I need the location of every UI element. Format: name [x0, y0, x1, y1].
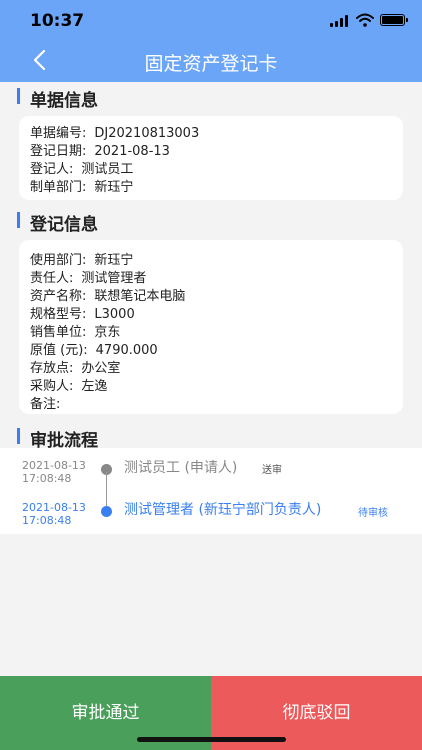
reg-info-row: 规格型号: L3000 — [30, 303, 135, 322]
reg-info-card: 使用部门: 新珏宁 责任人: 测试管理者 资产名称: 联想笔记本电脑 规格型号: L30… — [19, 240, 403, 414]
row-value: 新珏宁 — [94, 180, 134, 195]
reg-info-row: 销售单位: 京东 — [30, 321, 120, 340]
header-bar: 10:37 固定资产登记卡 — [0, 0, 422, 82]
status-bar: 10:37 — [0, 0, 422, 40]
reg-info-row: 采购人: 左逸 — [30, 375, 107, 394]
row-label: 资产名称: — [30, 289, 87, 304]
row-label: 采购人: — [30, 379, 74, 394]
row-value: 京东 — [94, 325, 121, 340]
row-value: 新珏宁 — [94, 253, 134, 268]
approval-step-status: 送审 — [262, 465, 282, 476]
row-label: 责任人: — [30, 271, 74, 286]
reg-info-title: 登记信息 — [30, 215, 98, 235]
row-label: 销售单位: — [30, 325, 87, 340]
reg-info-row: 存放点: 办公室 — [30, 357, 120, 376]
doc-info-row: 单据编号: DJ20210813003 — [30, 122, 199, 141]
row-label: 制单部门: — [30, 180, 87, 195]
step-pending-dot — [101, 506, 112, 517]
wifi-icon — [356, 13, 374, 27]
approval-step-date: 2021-08-13 17:08:48 — [22, 459, 86, 485]
row-label: 使用部门: — [30, 253, 87, 268]
section-accent-bar — [17, 428, 20, 444]
approval-step-status: 待审核 — [358, 508, 388, 519]
row-label: 登记日期: — [30, 144, 87, 159]
timeline-connector — [106, 472, 107, 506]
approval-step-name: 测试管理者 (新珏宁部门负责人) — [124, 502, 322, 518]
row-value: 左逸 — [81, 379, 108, 394]
home-indicator[interactable] — [137, 737, 286, 742]
doc-info-row: 制单部门: 新珏宁 — [30, 176, 133, 195]
doc-info-card: 单据编号: DJ20210813003 登记日期: 2021-08-13 登记人: 测… — [19, 116, 403, 200]
row-label: 存放点: — [30, 361, 74, 376]
row-value: 测试管理者 — [81, 271, 147, 286]
step-time: 17:08:48 — [22, 472, 72, 485]
approval-step-date: 2021-08-13 17:08:48 — [22, 501, 86, 527]
row-value: 2021-08-13 — [94, 144, 170, 159]
row-value: 办公室 — [81, 361, 121, 376]
row-value: DJ20210813003 — [94, 126, 200, 141]
doc-info-row: 登记日期: 2021-08-13 — [30, 140, 170, 159]
reg-info-row: 使用部门: 新珏宁 — [30, 249, 133, 268]
reg-info-row: 资产名称: 联想笔记本电脑 — [30, 285, 185, 304]
row-label: 规格型号: — [30, 307, 87, 322]
row-value: 联想笔记本电脑 — [94, 289, 186, 304]
battery-icon — [380, 14, 408, 26]
row-value: 4790.000 — [95, 343, 158, 358]
step-date: 2021-08-13 — [22, 501, 86, 514]
section-accent-bar — [17, 88, 20, 104]
row-value: 测试员工 — [81, 162, 134, 177]
row-label: 原值 (元): — [30, 343, 88, 358]
row-label: 备注: — [30, 397, 61, 412]
doc-info-title: 单据信息 — [30, 91, 98, 111]
step-date: 2021-08-13 — [22, 459, 86, 472]
row-label: 单据编号: — [30, 126, 87, 141]
reg-info-row: 备注: — [30, 393, 68, 412]
step-time: 17:08:48 — [22, 514, 72, 527]
cellular-signal-icon — [330, 15, 350, 27]
row-label: 登记人: — [30, 162, 74, 177]
section-accent-bar — [17, 212, 20, 228]
reg-info-row: 原值 (元): 4790.000 — [30, 339, 158, 358]
status-time: 10:37 — [30, 11, 85, 31]
doc-info-row: 登记人: 测试员工 — [30, 158, 133, 177]
row-value: L3000 — [94, 307, 135, 322]
reg-info-row: 责任人: 测试管理者 — [30, 267, 146, 286]
page-title: 固定资产登记卡 — [144, 53, 278, 75]
approval-step-name: 测试员工 (申请人) — [124, 460, 238, 476]
